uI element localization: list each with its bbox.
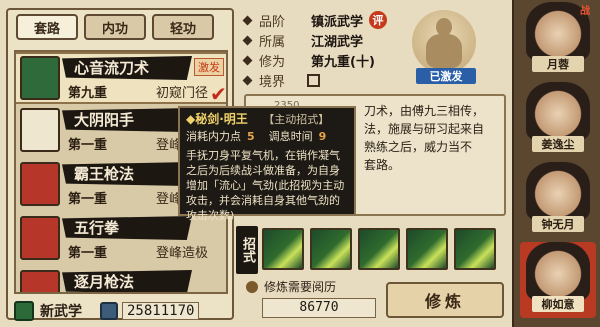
info-key: 所属 <box>259 34 286 50</box>
info-key: 修为 <box>259 54 286 70</box>
moves-label: 招式 <box>236 226 258 274</box>
train-button[interactable]: 修炼 <box>386 282 504 318</box>
move-slot-4[interactable] <box>406 228 448 270</box>
skill-level: 第一重 <box>68 138 108 153</box>
skill-realm: 登峰造极 <box>156 246 209 261</box>
desc-line: 法，施展与研习起来自 <box>364 122 485 136</box>
game-screen: 套路 内功 轻功 心音流刀术 激发 第九重 初窥门径 ✔ 大阴阳手 第一重 登峰… <box>0 0 600 327</box>
skill-name: 心音流刀术 <box>62 56 192 80</box>
info-value: 江湖武学 <box>311 34 364 50</box>
exp-label: 修炼需要阅历 <box>264 280 337 294</box>
realm-box <box>307 73 320 87</box>
active-badge: 激发 <box>194 58 224 76</box>
tooltip-stats: 消耗内力点 5 调息时间 9 <box>186 129 348 144</box>
tab-lightness[interactable]: 轻功 <box>152 14 214 40</box>
info-key: 品阶 <box>259 14 286 30</box>
skill-item-5[interactable]: 逐月枪法 <box>16 268 226 292</box>
scroll-icon <box>20 56 60 100</box>
desc-line: 熟练之后，威力当不 <box>364 140 473 154</box>
hero-name: 月蓉 <box>532 56 584 72</box>
breath-value: 9 <box>318 130 327 143</box>
hero-slot-1[interactable]: 月蓉 战 <box>520 2 596 78</box>
diamond-icon <box>242 15 253 25</box>
desc-line: 套路。 <box>364 158 401 172</box>
experience-icon <box>246 280 258 293</box>
hero-slot-3[interactable]: 钟无月 <box>520 162 596 238</box>
skill-level: 第一重 <box>68 246 108 261</box>
hero-name: 姜逸尘 <box>532 136 584 152</box>
move-slot-5[interactable] <box>454 228 496 270</box>
rating-badge[interactable]: 评 <box>369 11 388 29</box>
battle-badge: 战 <box>580 6 590 17</box>
move-slot-3[interactable] <box>358 228 400 270</box>
hero-name: 柳如意 <box>532 296 584 312</box>
desc-line: 刀术，由傅九三相传， <box>364 104 485 118</box>
tab-routines[interactable]: 套路 <box>16 14 78 40</box>
book-icon <box>20 162 60 206</box>
move-slot-2[interactable] <box>310 228 352 270</box>
meditation-portrait <box>412 10 476 74</box>
move-slot-1[interactable] <box>262 228 304 270</box>
skill-level: 第九重 <box>68 86 108 101</box>
cost-label: 消耗内力点 <box>186 130 241 143</box>
skill-name: 五行拳 <box>62 216 192 240</box>
book-currency-icon <box>100 302 118 320</box>
hero-portrait <box>526 162 590 220</box>
skill-realm: 初窥门径 <box>156 86 209 101</box>
info-value: 镇派武学 <box>311 14 364 30</box>
hero-slot-2[interactable]: 姜逸尘 <box>520 82 596 158</box>
tooltip-header: ◆秘剑·明王 【主动招式】 <box>186 112 348 127</box>
tooltip-body: 手抚刀身平复气机，在销作凝气之后为后续战斗做准备，为自身增加「流心」气劲(此招视… <box>186 149 345 222</box>
skill-name: 大阴阳手 <box>62 108 192 132</box>
currency-value: 25811170 <box>122 302 200 320</box>
currency-bar: 新武学 25811170 <box>14 300 230 322</box>
tab-inner-power[interactable]: 内功 <box>84 14 146 40</box>
exp-value: 86770 <box>262 298 376 318</box>
checkmark-icon: ✔ <box>210 82 227 106</box>
info-key: 境界 <box>259 74 286 90</box>
book-icon <box>20 270 60 292</box>
diamond-icon <box>242 55 253 65</box>
book-icon <box>20 108 60 152</box>
portrait-body <box>426 34 462 68</box>
skill-name: 霸王枪法 <box>62 162 192 186</box>
move-list <box>262 228 496 270</box>
diamond-icon <box>242 35 253 45</box>
tooltip-tag: 【主动招式】 <box>263 113 330 126</box>
activated-badge: 已激发 <box>416 68 476 84</box>
cost-value: 5 <box>247 130 255 143</box>
exp-required: 修炼需要阅历 <box>246 278 386 295</box>
new-skill-icon[interactable] <box>14 301 34 321</box>
tooltip-title: ◆秘剑·明王 <box>186 112 248 126</box>
skill-tabs: 套路 内功 轻功 <box>16 14 214 40</box>
hero-slot-4[interactable]: 柳如意 <box>520 242 596 318</box>
diamond-icon <box>242 75 253 85</box>
hero-name: 钟无月 <box>532 216 584 232</box>
breath-label: 调息时间 <box>268 130 313 143</box>
skill-level: 第一重 <box>68 192 108 207</box>
hero-list: 月蓉 战 姜逸尘 钟无月 柳如意 <box>512 0 600 327</box>
hero-portrait <box>526 242 590 300</box>
skill-item-1[interactable]: 心音流刀术 激发 第九重 初窥门径 ✔ <box>16 52 227 106</box>
skill-name: 逐月枪法 <box>62 270 192 292</box>
hero-portrait <box>526 82 590 140</box>
book-icon <box>20 216 60 260</box>
new-skill-label[interactable]: 新武学 <box>40 301 82 321</box>
move-tooltip: ◆秘剑·明王 【主动招式】 消耗内力点 5 调息时间 9 手抚刀身平复气机，在销… <box>178 106 356 222</box>
info-value: 第九重(十) <box>311 54 375 70</box>
portrait-head <box>436 18 452 36</box>
